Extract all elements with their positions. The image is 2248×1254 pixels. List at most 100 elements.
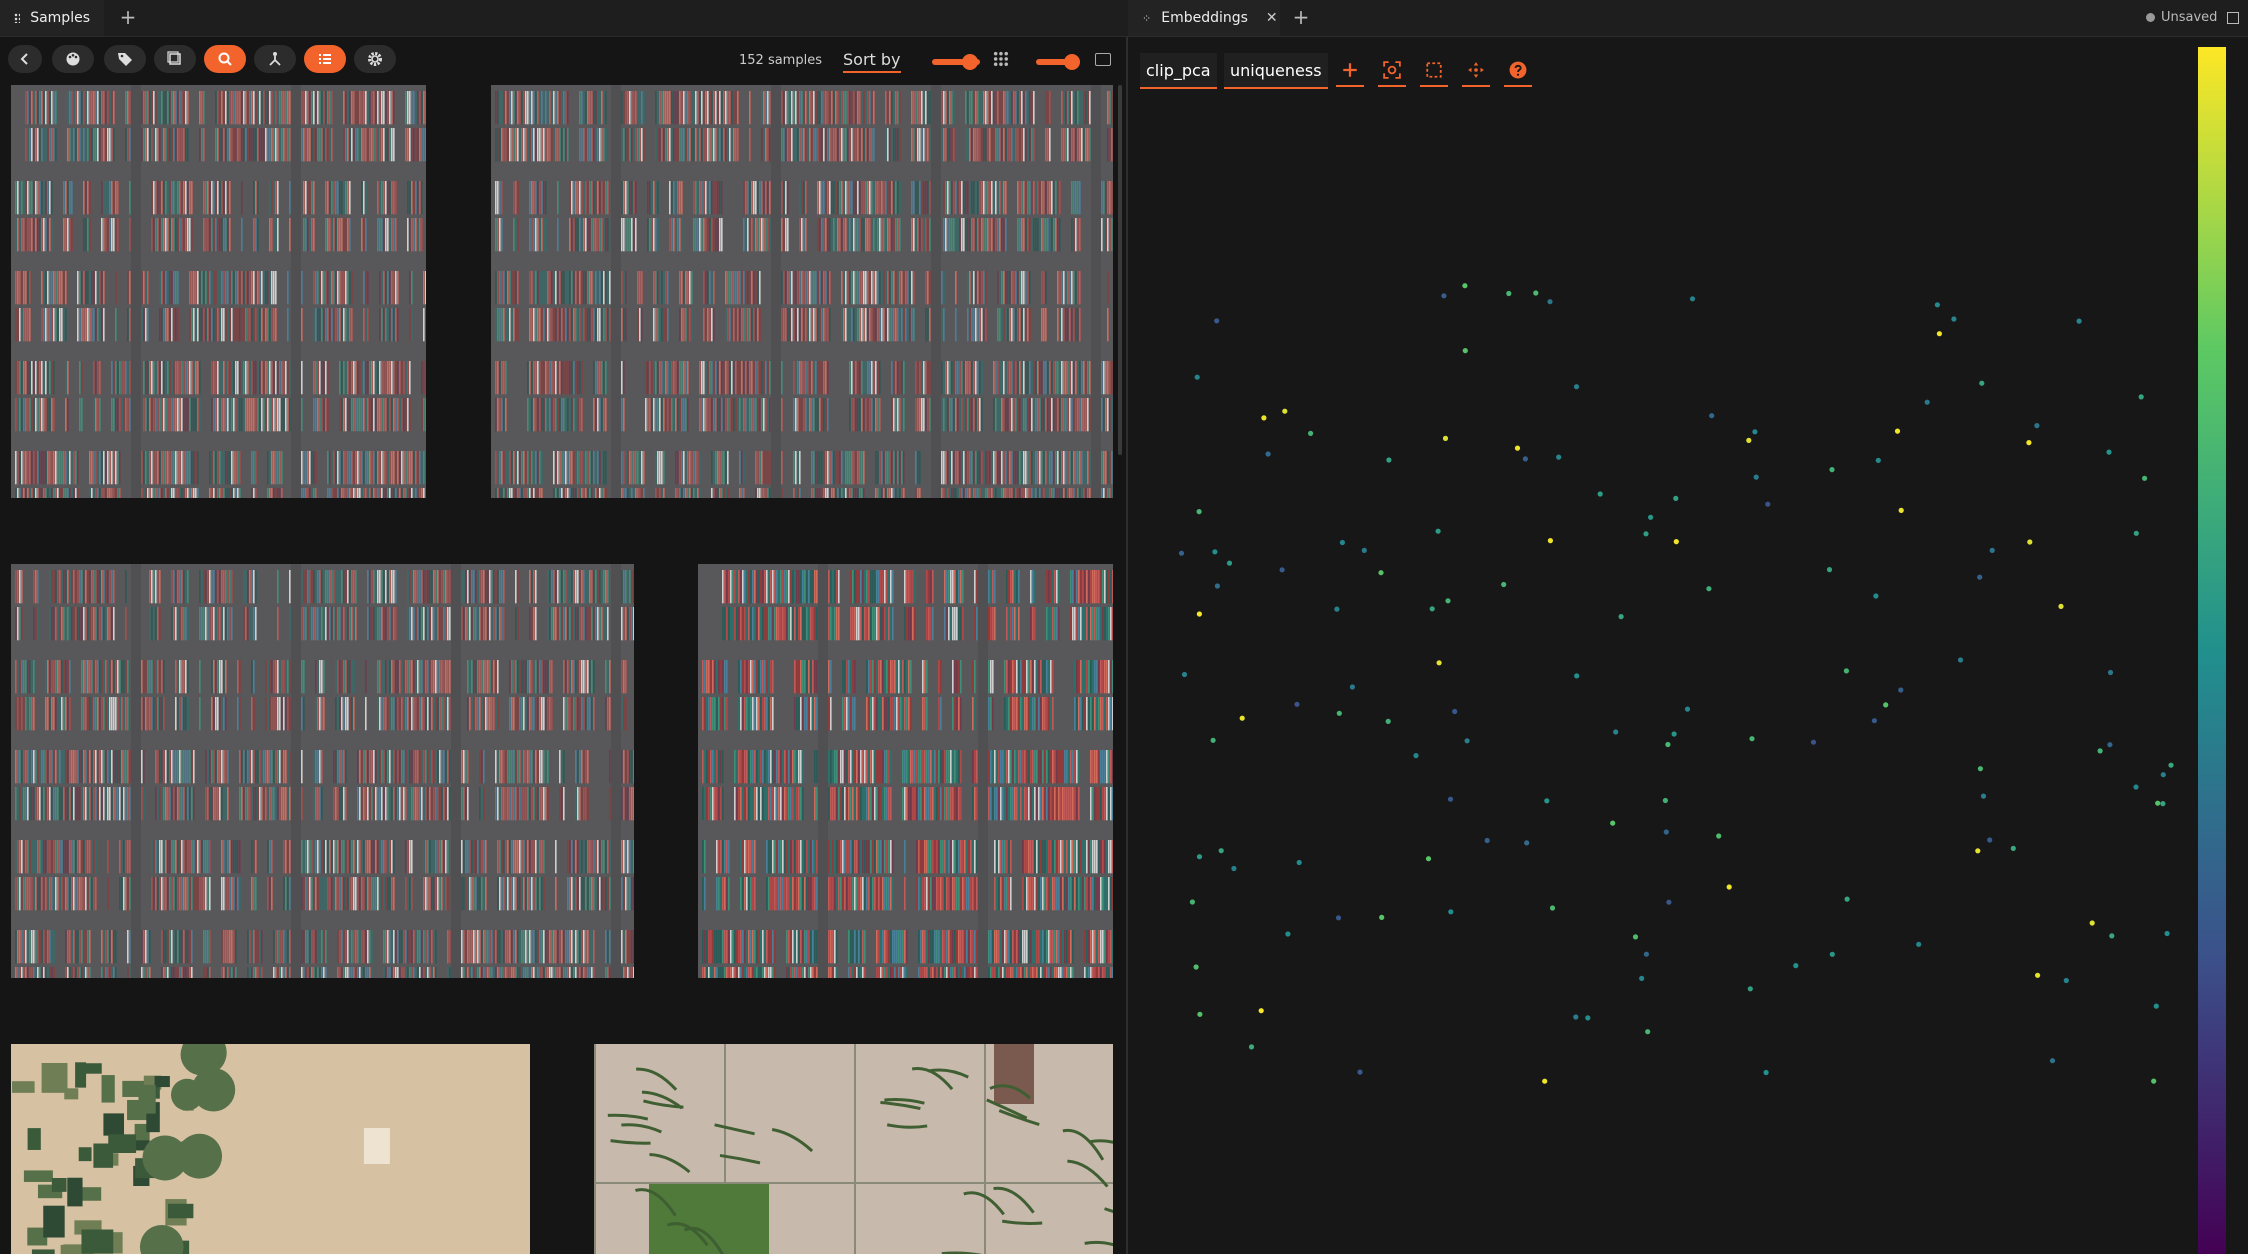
embedding-point[interactable] xyxy=(1666,899,1672,905)
embedding-point[interactable] xyxy=(1357,1069,1363,1075)
color-button[interactable] xyxy=(52,45,94,73)
embedding-point[interactable] xyxy=(1597,491,1603,497)
sort-by-button[interactable]: Sort by xyxy=(843,50,901,73)
embedding-point[interactable] xyxy=(1826,567,1833,573)
embedding-point[interactable] xyxy=(1746,437,1752,443)
patches-button[interactable] xyxy=(154,45,196,73)
embedding-point[interactable] xyxy=(2107,742,2113,748)
settings-button[interactable] xyxy=(354,45,396,73)
tab-embeddings[interactable]: ⁘ Embeddings ✕ xyxy=(1128,0,1280,36)
embedding-point[interactable] xyxy=(1765,501,1771,507)
embedding-point[interactable] xyxy=(2160,801,2166,807)
embedding-point[interactable] xyxy=(1547,538,1553,544)
embedding-point[interactable] xyxy=(1665,741,1671,748)
embedding-point[interactable] xyxy=(1844,896,1850,902)
embedding-point[interactable] xyxy=(1894,428,1901,434)
embedding-point[interactable] xyxy=(1239,715,1245,721)
embedding-point[interactable] xyxy=(1279,567,1285,573)
embedding-point[interactable] xyxy=(1883,702,1889,708)
embedding-point[interactable] xyxy=(1197,1011,1203,1017)
embedding-point[interactable] xyxy=(1639,975,1645,982)
embedding-point[interactable] xyxy=(1752,429,1758,435)
add-panel-button[interactable]: + xyxy=(117,6,139,28)
embedding-point[interactable] xyxy=(2034,423,2040,429)
embedding-point[interactable] xyxy=(2133,530,2139,536)
embedding-point[interactable] xyxy=(1924,399,1930,405)
embedding-point[interactable] xyxy=(1643,531,1649,537)
embedding-point[interactable] xyxy=(1873,593,1879,599)
embedding-point[interactable] xyxy=(1193,964,1199,970)
sample-thumbnail[interactable] xyxy=(594,1044,1113,1254)
embedding-point[interactable] xyxy=(1663,829,1669,835)
embedding-point[interactable] xyxy=(1386,457,1392,463)
embedding-point[interactable] xyxy=(1829,467,1835,473)
embedding-point[interactable] xyxy=(1643,951,1649,957)
embedding-point[interactable] xyxy=(1501,581,1507,588)
embedding-point[interactable] xyxy=(1379,914,1385,921)
embeddings-scatter-plot[interactable] xyxy=(1128,37,2248,1254)
embedding-point[interactable] xyxy=(1793,963,1799,969)
embedding-point[interactable] xyxy=(1673,495,1679,501)
embedding-point[interactable] xyxy=(1916,941,1922,947)
embedding-point[interactable] xyxy=(1448,909,1454,915)
embedding-point[interactable] xyxy=(2133,784,2139,790)
embedding-point[interactable] xyxy=(1648,514,1654,520)
embedding-point[interactable] xyxy=(2160,772,2166,778)
embedding-point[interactable] xyxy=(1977,766,1983,772)
embedding-point[interactable] xyxy=(1178,550,1185,556)
embedding-point[interactable] xyxy=(1522,456,1528,462)
tab-samples[interactable]: Samples xyxy=(0,0,104,36)
embedding-point[interactable] xyxy=(1261,415,1267,421)
embedding-point[interactable] xyxy=(1574,673,1580,679)
embedding-point[interactable] xyxy=(1706,586,1712,592)
embedding-point[interactable] xyxy=(1248,1044,1255,1050)
embedding-point[interactable] xyxy=(2155,800,2161,806)
embedding-point[interactable] xyxy=(1709,413,1715,419)
embedding-point[interactable] xyxy=(1573,384,1580,390)
list-view-button[interactable] xyxy=(304,45,346,73)
embedding-point[interactable] xyxy=(1436,660,1442,666)
sample-thumbnail[interactable] xyxy=(11,564,634,978)
embedding-point[interactable] xyxy=(1214,318,1220,324)
spacing-slider-handle[interactable] xyxy=(1064,54,1080,70)
embedding-point[interactable] xyxy=(1810,739,1817,745)
embedding-point[interactable] xyxy=(1385,718,1391,725)
embedding-point[interactable] xyxy=(1843,668,1849,674)
embedding-point[interactable] xyxy=(1214,583,1220,589)
embedding-point[interactable] xyxy=(1934,302,1940,308)
embedding-point[interactable] xyxy=(1829,951,1835,957)
embedding-point[interactable] xyxy=(1977,574,1983,580)
embedding-point[interactable] xyxy=(2164,930,2170,937)
embedding-point[interactable] xyxy=(1258,1008,1264,1014)
embedding-point[interactable] xyxy=(1378,570,1384,576)
embedding-point[interactable] xyxy=(1749,736,1755,742)
embedding-point[interactable] xyxy=(1716,833,1722,839)
embedding-point[interactable] xyxy=(1514,445,1521,451)
embedding-point[interactable] xyxy=(1957,657,1964,663)
embedding-point[interactable] xyxy=(1442,435,1449,441)
embedding-point[interactable] xyxy=(1613,729,1619,735)
grid-icon[interactable] xyxy=(993,51,1009,67)
embedding-point[interactable] xyxy=(2168,762,2174,768)
embedding-point[interactable] xyxy=(1462,348,1468,354)
sample-thumbnail[interactable] xyxy=(11,85,426,498)
embedding-point[interactable] xyxy=(1673,539,1679,545)
embedding-point[interactable] xyxy=(1308,430,1314,436)
embedding-point[interactable] xyxy=(1181,671,1188,678)
embedding-point[interactable] xyxy=(2089,920,2095,926)
embedding-point[interactable] xyxy=(1987,837,1993,843)
embedding-point[interactable] xyxy=(1429,606,1435,612)
embedding-point[interactable] xyxy=(1747,986,1753,992)
embedding-point[interactable] xyxy=(1951,316,1957,322)
zoom-slider-handle[interactable] xyxy=(962,54,978,70)
similarity-button[interactable] xyxy=(254,45,296,73)
embedding-point[interactable] xyxy=(1196,509,1202,515)
embedding-point[interactable] xyxy=(1212,549,1218,555)
embedding-point[interactable] xyxy=(1544,798,1550,804)
embedding-point[interactable] xyxy=(1980,793,1987,799)
embedding-point[interactable] xyxy=(1542,1078,1548,1084)
sample-thumbnail[interactable] xyxy=(698,564,1113,978)
back-button[interactable] xyxy=(8,45,42,73)
embedding-point[interactable] xyxy=(1282,408,1288,414)
embedding-point[interactable] xyxy=(1763,1069,1769,1076)
